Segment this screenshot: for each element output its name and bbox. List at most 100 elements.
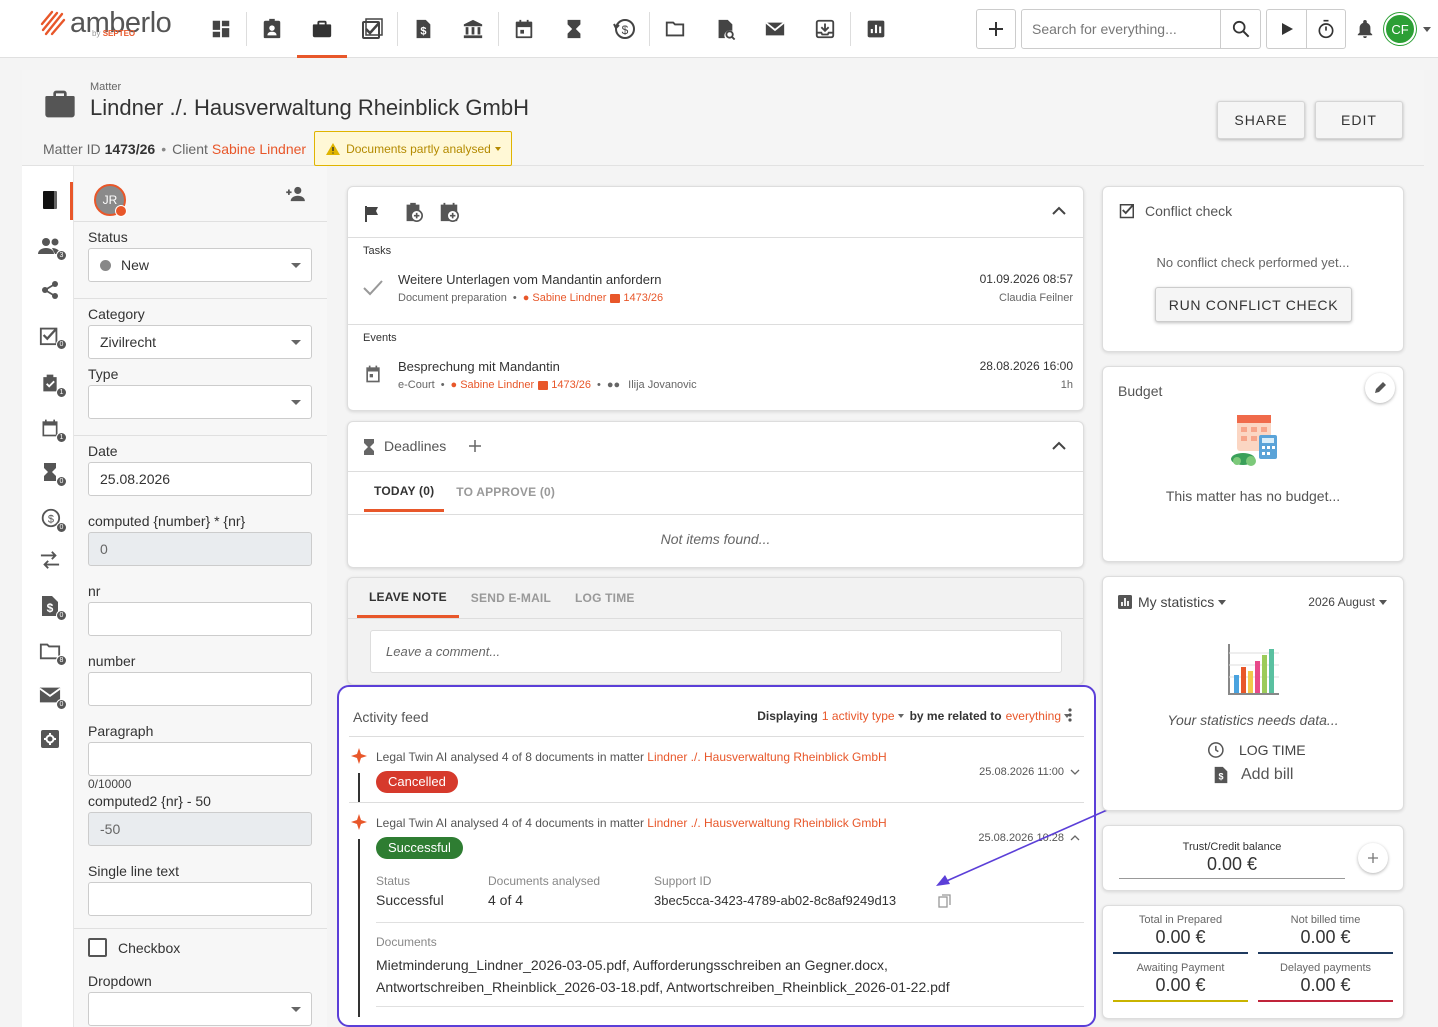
balance-label: Total in Prepared <box>1138 914 1223 926</box>
notifications-button[interactable] <box>1346 19 1384 39</box>
event-person-link[interactable]: Sabine Lindner <box>460 379 534 391</box>
briefcase-icon <box>610 293 621 303</box>
single-line-field[interactable] <box>88 882 312 916</box>
matters-icon[interactable] <box>297 0 347 58</box>
bank-icon[interactable] <box>448 0 498 58</box>
edit-budget-button[interactable] <box>1365 373 1395 403</box>
edit-button[interactable]: EDIT <box>1315 101 1403 139</box>
activity-type-filter[interactable]: 1 activity type <box>822 709 895 723</box>
tab-to-approve[interactable]: TO APPROVE (0) <box>444 472 567 512</box>
rail-conflict-check[interactable]: 0 <box>38 323 67 350</box>
rail-notebook[interactable] <box>38 188 62 212</box>
rail-people[interactable]: 3 <box>38 234 67 261</box>
responsible-avatar[interactable]: JR <box>94 184 127 217</box>
rail-calendar[interactable]: 1 <box>38 416 67 443</box>
balance-cell: Total in Prepared 0.00 € <box>1113 914 1248 954</box>
task-title[interactable]: Weitere Unterlagen vom Mandantin anforde… <box>398 272 662 287</box>
matter-label: Matter <box>90 81 122 93</box>
more-options-icon[interactable] <box>1068 708 1072 722</box>
tab-today[interactable]: TODAY (0) <box>364 472 445 512</box>
folder-icon[interactable] <box>650 0 700 58</box>
add-trust-button[interactable] <box>1358 843 1388 873</box>
rail-invoice[interactable]: $0 <box>38 594 67 621</box>
conflict-empty: No conflict check performed yet... <box>1156 255 1350 270</box>
add-bill-link[interactable]: $ Add bill <box>1213 766 1293 784</box>
add-event-icon[interactable] <box>438 201 460 223</box>
rail-task-check[interactable]: 1 <box>38 371 67 398</box>
matter-link[interactable]: Lindner ./. Hausverwaltung Rheinblick Gm… <box>647 816 886 830</box>
search-input[interactable] <box>1022 11 1220 47</box>
share-button[interactable]: SHARE <box>1217 101 1305 139</box>
reports-icon[interactable] <box>851 0 901 58</box>
rail-time-money[interactable]: $0 <box>38 506 67 533</box>
date-field[interactable]: 25.08.2026 <box>88 462 312 496</box>
inbox-icon[interactable] <box>800 0 850 58</box>
flag-icon[interactable] <box>364 205 380 223</box>
client-link[interactable]: Sabine Lindner <box>212 141 306 157</box>
event-title[interactable]: Besprechung mit Mandantin <box>398 359 560 374</box>
scope-filter[interactable]: everything <box>1006 709 1061 723</box>
person-icon: ● <box>522 292 530 304</box>
computed-label: computed {number} * {nr} <box>88 513 246 529</box>
billing-icon[interactable]: $ <box>398 0 448 58</box>
tasks-icon[interactable] <box>347 0 397 58</box>
documents-search-icon[interactable] <box>700 0 750 58</box>
computed-field: 0 <box>88 532 312 566</box>
play-icon <box>1281 23 1293 35</box>
user-avatar[interactable]: CF <box>1384 13 1416 45</box>
category-select[interactable]: Zivilrecht <box>88 325 312 359</box>
checkbox[interactable] <box>88 938 107 957</box>
calendar-icon[interactable] <box>499 0 549 58</box>
rail-mail[interactable]: 0 <box>38 683 67 710</box>
type-select[interactable] <box>88 385 312 419</box>
balance-label: Not billed time <box>1290 914 1361 926</box>
copy-icon[interactable] <box>938 894 952 909</box>
add-task-icon[interactable] <box>402 201 424 223</box>
tab-log-time[interactable]: LOG TIME <box>563 578 647 618</box>
paragraph-field[interactable] <box>88 742 312 776</box>
comment-input[interactable]: Leave a comment... <box>370 630 1062 673</box>
stopwatch-button[interactable] <box>1306 9 1346 49</box>
documents-label: Documents <box>376 935 437 949</box>
event-calendar-icon[interactable] <box>363 364 383 384</box>
task-person-link[interactable]: Sabine Lindner <box>532 292 606 304</box>
tab-send-email[interactable]: SEND E-MAIL <box>459 578 563 618</box>
task-check-icon[interactable] <box>362 279 384 297</box>
stats-period-dropdown[interactable]: 2026 August <box>1308 595 1387 609</box>
nr-field[interactable] <box>88 602 312 636</box>
deadlines-empty: Not items found... <box>660 531 771 547</box>
stats-title-dropdown[interactable]: My statistics <box>1138 594 1227 610</box>
rail-share[interactable] <box>38 278 62 302</box>
event-meta: e-Court • ● Sabine Lindner 1473/26 • ●● Ilij… <box>398 379 697 391</box>
add-deadline-icon[interactable] <box>467 438 483 454</box>
tab-leave-note[interactable]: LEAVE NOTE <box>357 578 459 618</box>
rail-folder[interactable]: 8 <box>38 639 67 666</box>
run-conflict-check-button[interactable]: RUN CONFLICT CHECK <box>1155 287 1352 322</box>
start-timer-button[interactable] <box>1266 9 1306 49</box>
deadlines-icon[interactable] <box>549 0 599 58</box>
search-button[interactable] <box>1220 10 1260 48</box>
rail-hourglass[interactable]: 0 <box>38 460 67 487</box>
chevron-down-icon[interactable] <box>1416 26 1438 32</box>
rail-count-badge: 0 <box>56 610 67 621</box>
collapse-chevron-icon[interactable] <box>1051 205 1067 217</box>
event-matter-link[interactable]: 1473/26 <box>551 379 591 391</box>
rail-transfer[interactable] <box>38 548 62 572</box>
status-select[interactable]: New <box>88 248 312 282</box>
contacts-icon[interactable] <box>247 0 297 58</box>
add-person-icon[interactable] <box>285 186 307 202</box>
rail-settings[interactable] <box>38 727 62 751</box>
mail-icon[interactable] <box>750 0 800 58</box>
task-matter-link[interactable]: 1473/26 <box>623 292 663 304</box>
add-button[interactable] <box>976 9 1016 49</box>
analysis-status-badge[interactable]: Documents partly analysed <box>314 131 512 166</box>
log-time-link[interactable]: LOG TIME <box>1205 740 1306 760</box>
dropdown-select[interactable] <box>88 992 312 1026</box>
feed-item-date[interactable]: 25.08.2026 11:00 <box>979 766 1080 778</box>
rail-count-badge: 1 <box>56 432 67 443</box>
time-icon[interactable]: $ <box>599 0 649 58</box>
collapse-chevron-icon[interactable] <box>1051 440 1067 452</box>
number-field[interactable] <box>88 672 312 706</box>
dashboard-icon[interactable] <box>196 0 246 58</box>
matter-link[interactable]: Lindner ./. Hausverwaltung Rheinblick Gm… <box>647 750 886 764</box>
